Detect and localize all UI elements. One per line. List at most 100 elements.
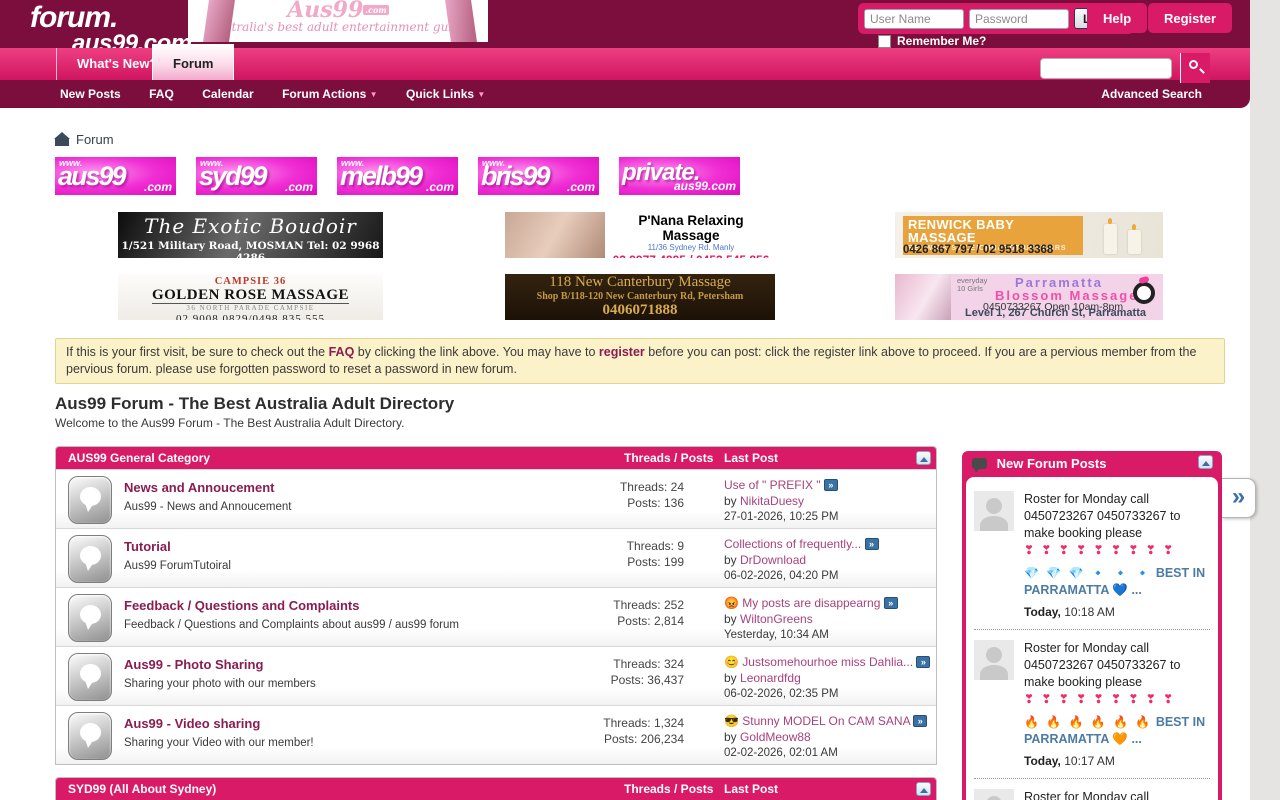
post-highlight: 🔥 🔥 🔥 🔥 🔥 🔥 BEST IN PARRAMATTA 🧡 ...: [1024, 714, 1210, 748]
forum-row: Tutorial Aus99 ForumTutoiral Threads: 9P…: [56, 528, 936, 587]
nav-forum-actions[interactable]: Forum Actions ▼: [282, 87, 378, 101]
chevron-down-icon: ▼: [477, 90, 485, 99]
forum-stats: Threads: 324Posts: 36,437: [554, 656, 684, 688]
last-post-user[interactable]: Leonardfdg: [740, 671, 801, 685]
search-button[interactable]: [1180, 53, 1210, 83]
register-button[interactable]: Register: [1148, 3, 1232, 33]
search-bar: [1040, 53, 1210, 83]
sidebar-header: New Forum Posts: [966, 451, 1218, 477]
last-post-user[interactable]: WiltonGreens: [740, 612, 813, 626]
ad-golden-rose-massage[interactable]: CAMPSIE 36 GOLDEN ROSE MASSAGE 36 NORTH …: [118, 274, 383, 320]
home-icon[interactable]: [55, 133, 69, 146]
help-button[interactable]: Help: [1087, 3, 1147, 33]
remember-checkbox[interactable]: [878, 35, 891, 48]
nav-faq[interactable]: FAQ: [149, 87, 174, 101]
column-last-post: Last Post: [724, 778, 778, 800]
forum-link[interactable]: Feedback / Questions and Complaints: [124, 598, 360, 613]
last-post-date: 06-02-2026, 04:20 PM: [724, 568, 932, 584]
banner-aus99[interactable]: www. aus99 .com: [55, 157, 176, 195]
category-aus99-general: AUS99 General Category Threads / Posts L…: [55, 446, 937, 765]
forum-stats: Threads: 1,324Posts: 206,234: [554, 715, 684, 747]
collapse-icon[interactable]: [916, 451, 931, 465]
goto-last-post-icon[interactable]: »: [913, 715, 927, 727]
sidebar-post[interactable]: Roster for Monday call 0450723267 045073…: [974, 481, 1210, 629]
forum-stats: Threads: 252Posts: 2,814: [554, 597, 684, 629]
ad-renwick-baby-massage[interactable]: RENWICK BABY MASSAGE RENWICK ST LEICHHAR…: [895, 212, 1163, 258]
massage-photo: [895, 274, 951, 320]
header-ad-banner[interactable]: Aus99.com Australia's best adult enterta…: [188, 0, 488, 42]
ad-pnana-massage[interactable]: P'Nana Relaxing Massage 11/36 Sydney Rd.…: [505, 212, 775, 258]
avatar: [974, 789, 1014, 800]
banner-private-aus99[interactable]: private. aus99.com: [619, 157, 740, 195]
avatar: [974, 640, 1014, 680]
nav-new-posts[interactable]: New Posts: [60, 87, 121, 101]
page: forum. aus99.com Aus99.com Australia's b…: [0, 0, 1250, 800]
candle-icon: [1128, 230, 1141, 254]
nav-quick-links[interactable]: Quick Links ▼: [406, 87, 485, 101]
nav-calendar[interactable]: Calendar: [202, 87, 253, 101]
goto-last-post-icon[interactable]: »: [884, 597, 898, 609]
new-forum-posts-panel: New Forum Posts Roster for Monday call 0…: [962, 451, 1222, 800]
smiley-emoji-icon: 😊: [724, 655, 739, 669]
forum-link[interactable]: News and Annoucement: [124, 480, 274, 495]
last-post-user[interactable]: NikitaDuesy: [740, 494, 804, 508]
last-post-date: 06-02-2026, 02:35 PM: [724, 686, 932, 702]
forum-link[interactable]: Aus99 - Video sharing: [124, 716, 260, 731]
category-name: SYD99 (All About Sydney): [68, 782, 216, 796]
main-wrap: AUS99 General Category Threads / Posts L…: [55, 446, 1250, 800]
banner-syd99[interactable]: www. syd99 .com: [196, 157, 317, 195]
speech-bubble-icon: [972, 458, 987, 469]
last-post-link[interactable]: Stunny MODEL On CAM SANA: [742, 714, 910, 728]
last-post: 😊 Justsomehourhoe miss Dahlia... » by Le…: [724, 654, 932, 702]
ad-canterbury-massage[interactable]: 118 New Canterbury Massage Shop B/118-12…: [505, 274, 775, 320]
goto-last-post-icon[interactable]: »: [824, 479, 838, 491]
category-header[interactable]: SYD99 (All About Sydney) Threads / Posts…: [56, 778, 936, 800]
breadcrumb-forum[interactable]: Forum: [76, 132, 114, 147]
remember-label: Remember Me?: [897, 34, 986, 48]
goto-last-post-icon[interactable]: »: [916, 656, 930, 668]
last-post-link[interactable]: Use of " PREFIX ": [724, 478, 821, 492]
fire-emoji-row: 🔥 🔥 🔥 🔥 🔥 🔥: [1024, 715, 1152, 729]
password-input[interactable]: [969, 9, 1069, 29]
sidebar-expand-button[interactable]: »: [1222, 478, 1256, 518]
search-icon: [1189, 60, 1198, 69]
banner-bris99[interactable]: www. bris99 .com: [478, 157, 599, 195]
goto-last-post-icon[interactable]: »: [865, 538, 879, 550]
username-input[interactable]: [864, 9, 964, 29]
last-post-user[interactable]: DrDownload: [740, 553, 806, 567]
last-post-link[interactable]: My posts are disappearng: [742, 596, 880, 610]
forum-link[interactable]: Aus99 - Photo Sharing: [124, 657, 263, 672]
register-link[interactable]: register: [599, 345, 645, 359]
ad-blossom-massage[interactable]: everyday10 Girls Parramatta Blossom Mass…: [895, 274, 1163, 320]
forum-row: Aus99 - Video sharing Sharing your Video…: [56, 705, 936, 764]
advanced-search-link[interactable]: Advanced Search: [1101, 80, 1202, 108]
remember-me[interactable]: Remember Me?: [878, 34, 986, 48]
post-title: Roster for Monday call 0450723267 045073…: [1024, 641, 1180, 689]
last-post: 😎 Stunny MODEL On CAM SANA » by GoldMeow…: [724, 713, 932, 761]
site-banner-row: www. aus99 .com www. syd99 .com www. mel…: [55, 157, 1250, 195]
tab-forum[interactable]: Forum: [152, 44, 234, 80]
first-visit-notice: If this is your first visit, be sure to …: [55, 338, 1225, 384]
forum-description: Aus99 - News and Annoucement: [124, 501, 554, 513]
last-post-link[interactable]: Justsomehourhoe miss Dahlia...: [742, 655, 913, 669]
post-date: Today, 10:18 AM: [1024, 604, 1210, 621]
forum-link[interactable]: Tutorial: [124, 539, 171, 554]
collapse-icon[interactable]: [916, 782, 931, 796]
faq-link[interactable]: FAQ: [329, 345, 355, 359]
last-post-link[interactable]: Collections of frequently...: [724, 537, 861, 551]
last-post-user[interactable]: GoldMeow88: [740, 730, 811, 744]
column-threads-posts: Threads / Posts: [624, 447, 713, 469]
last-post-date: Yesterday, 10:34 AM: [724, 627, 932, 643]
category-header[interactable]: AUS99 General Category Threads / Posts L…: [56, 447, 936, 469]
sidebar-post[interactable]: Roster for Monday call 0450723267 045073…: [974, 778, 1210, 800]
breadcrumb: Forum: [55, 132, 1250, 147]
avatar: [974, 491, 1014, 531]
curtain-icon: [203, 0, 235, 42]
column-threads-posts: Threads / Posts: [624, 778, 713, 800]
collapse-icon[interactable]: [1198, 455, 1213, 469]
banner-melb99[interactable]: www. melb99 .com: [337, 157, 458, 195]
sidebar-card: Roster for Monday call 0450723267 045073…: [966, 477, 1218, 800]
sidebar-post[interactable]: Roster for Monday call 0450723267 045073…: [974, 629, 1210, 778]
search-input[interactable]: [1040, 58, 1172, 79]
ad-exotic-boudoir[interactable]: The Exotic Boudoir 1/521 Military Road, …: [118, 212, 383, 258]
